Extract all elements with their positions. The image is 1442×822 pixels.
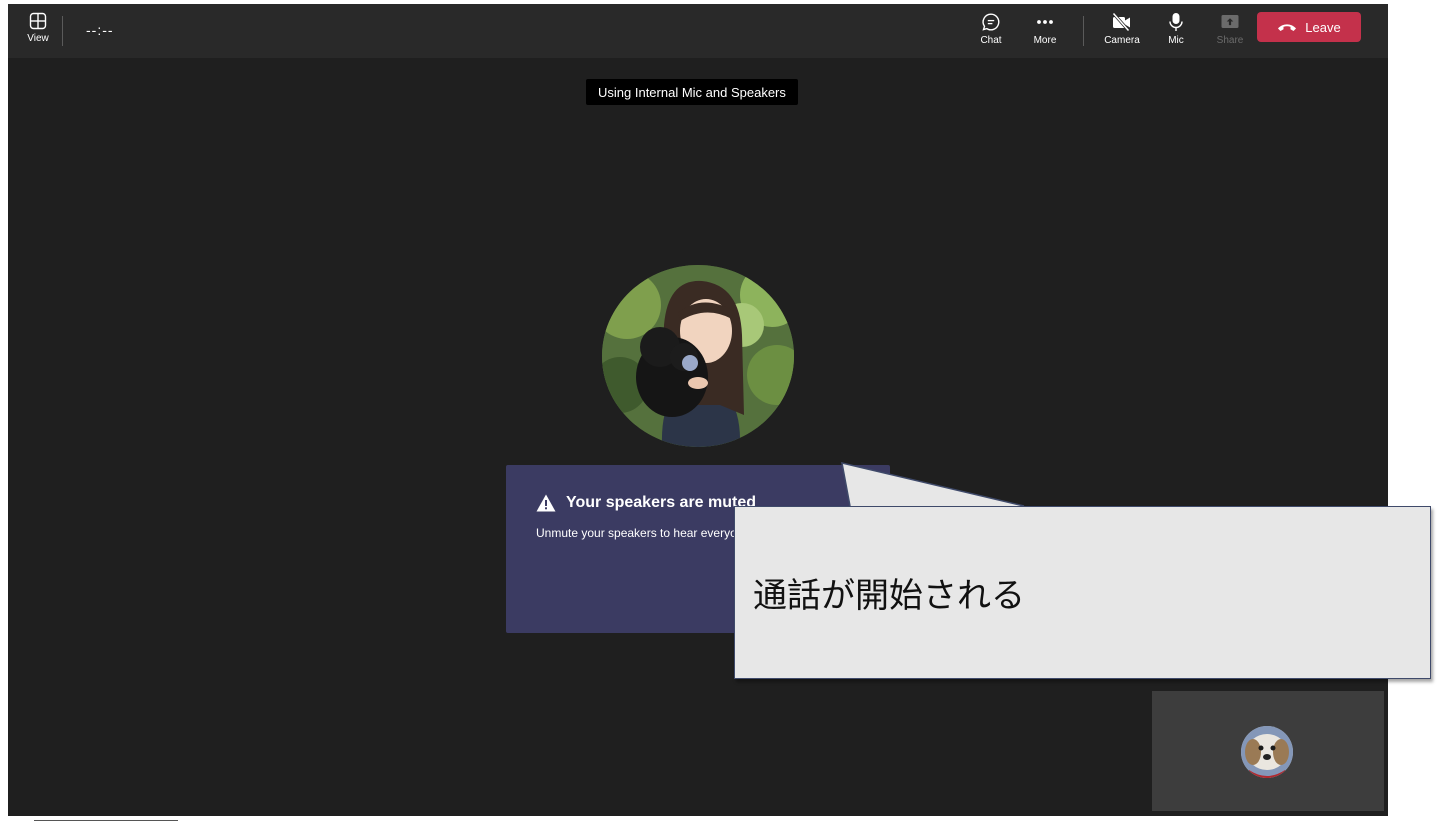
more-dots-icon — [1037, 20, 1053, 24]
muted-notice-body: Unmute your speakers to hear everyone — [536, 526, 751, 540]
leave-button[interactable]: Leave — [1257, 12, 1361, 42]
device-status-toast: Using Internal Mic and Speakers — [586, 79, 798, 105]
grid-view-icon — [29, 12, 47, 30]
microphone-icon — [1169, 13, 1183, 31]
toolbar-divider — [1083, 16, 1084, 46]
share-screen-icon — [1221, 15, 1239, 28]
self-photo-icon — [1241, 726, 1293, 778]
participant-avatar — [602, 265, 794, 447]
muted-notice-title: Your speakers are muted — [536, 494, 756, 512]
leave-label: Leave — [1305, 19, 1341, 35]
participant-photo-icon — [602, 265, 794, 447]
more-button[interactable]: More — [1026, 12, 1064, 52]
call-timer: --:-- — [86, 22, 114, 38]
chat-label: Chat — [980, 35, 1002, 46]
view-button[interactable]: View — [22, 12, 54, 52]
meeting-window: View --:-- Chat More Camera Mic Share Us… — [8, 4, 1388, 816]
mic-label: Mic — [1168, 35, 1184, 46]
view-label: View — [27, 33, 49, 44]
more-label: More — [1033, 35, 1057, 46]
divider-line — [34, 820, 178, 821]
mic-button[interactable]: Mic — [1160, 12, 1192, 52]
warning-icon — [536, 494, 556, 512]
hang-up-phone-icon — [1278, 24, 1297, 31]
meeting-toolbar: View --:-- Chat More Camera Mic Share — [8, 4, 1388, 58]
self-view-tile — [1152, 691, 1384, 811]
camera-off-icon — [1112, 12, 1130, 32]
muted-title-text: Your speakers are muted — [566, 494, 757, 511]
camera-button[interactable]: Camera — [1100, 12, 1144, 52]
chat-button[interactable]: Chat — [972, 12, 1010, 52]
callout-text: 通話が開始される — [753, 576, 1025, 616]
share-button[interactable]: Share — [1212, 12, 1248, 52]
toolbar-divider — [62, 16, 63, 46]
chat-icon — [982, 13, 1000, 31]
self-avatar — [1241, 726, 1293, 778]
share-label: Share — [1216, 35, 1244, 46]
camera-label: Camera — [1104, 35, 1140, 46]
